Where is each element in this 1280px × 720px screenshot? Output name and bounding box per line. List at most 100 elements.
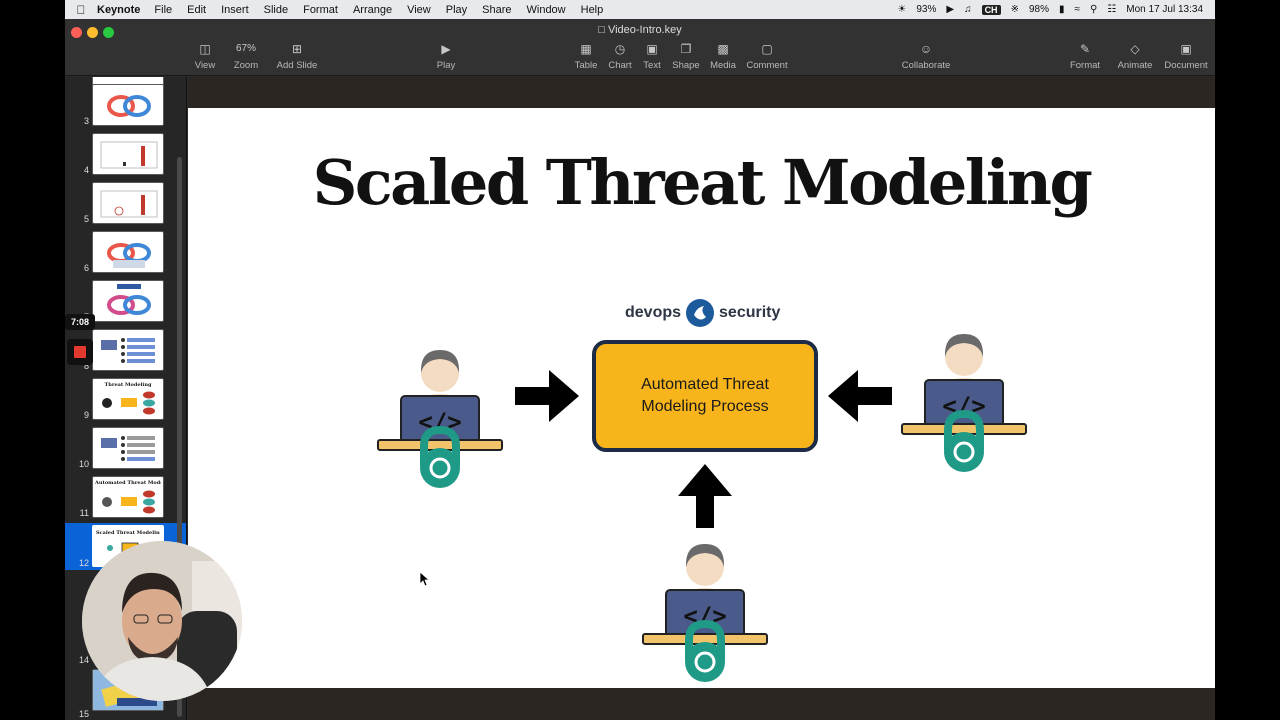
thumbnail-title: Scaled Threat Modeling [96, 530, 160, 536]
collaborate-button[interactable]: ☺ Collaborate [896, 41, 956, 71]
status-area: ☀ 93% ▶ ♫ CH ※ 98% ▮ ≈ ⚲ ☷ Mon 17 Jul 13… [897, 0, 1203, 19]
slide-thumbnail-image: Threat Modeling [92, 378, 164, 420]
menu-window[interactable]: Window [527, 4, 566, 16]
stop-icon [74, 346, 86, 358]
document-label: Document [1164, 60, 1208, 71]
collaborate-label: Collaborate [901, 60, 951, 71]
document-title: □ Video-Intro.key [65, 24, 1215, 36]
screen:  Keynote File Edit Insert Slide Format … [65, 0, 1215, 720]
arrow-left-icon [828, 370, 892, 422]
process-label: Automated Threat Modeling Process [641, 376, 769, 415]
menu-help[interactable]: Help [581, 4, 604, 16]
collaborate-icon: ☺ [919, 42, 933, 56]
bar-chart-thumbnail [100, 141, 158, 169]
battery-percent-2: 98% [1028, 4, 1049, 15]
menu-arrange[interactable]: Arrange [353, 4, 392, 16]
thumbnail-title: Automated Threat Modeling [95, 480, 161, 486]
slide-thumbnail-10[interactable]: 10 [65, 427, 186, 471]
menu-view[interactable]: View [407, 4, 431, 16]
wifi-icon[interactable]: ≈ [1074, 4, 1080, 15]
menu-bar:  Keynote File Edit Insert Slide Format … [65, 0, 1215, 19]
add-slide-icon: ⊞ [291, 42, 303, 56]
apple-menu-icon[interactable]:  [65, 3, 97, 17]
brightness-icon[interactable]: ☀ [897, 4, 906, 15]
slide-thumbnail-3[interactable]: 3 [65, 84, 186, 128]
zoom-label: Zoom [233, 60, 259, 71]
infinity-loop-icon [107, 284, 151, 315]
infinity-loop-icon [107, 243, 151, 268]
slide-canvas[interactable]: Scaled Threat Modeling devops security A… [188, 108, 1215, 688]
format-label: Format [1069, 60, 1101, 71]
menu-play[interactable]: Play [446, 4, 467, 16]
search-icon[interactable]: ⚲ [1090, 4, 1097, 15]
play-button[interactable]: ▶ Play [416, 41, 476, 71]
slide-number: 11 [79, 508, 89, 518]
input-source-badge[interactable]: CH [981, 4, 1001, 15]
slide-thumbnail-image [92, 182, 164, 224]
battery-icon[interactable]: ▮ [1059, 4, 1065, 15]
slide-thumbnail-image [92, 84, 164, 126]
menu-edit[interactable]: Edit [187, 4, 206, 16]
document-panel-icon: ▣ [1180, 42, 1192, 56]
slide-number: 12 [78, 558, 89, 568]
slide-thumbnail-image [92, 231, 164, 273]
add-slide-button[interactable]: ⊞ Add Slide [267, 41, 327, 71]
document-button[interactable]: ▣ Document [1156, 41, 1215, 71]
canvas-background-bottom [188, 688, 1215, 720]
slide-number: 5 [83, 214, 89, 224]
slide-thumbnail-11[interactable]: 11 Automated Threat Modeling [65, 476, 186, 520]
clock-text[interactable]: Mon 17 Jul 13:34 [1126, 4, 1203, 15]
menu-file[interactable]: File [154, 4, 172, 16]
bar-chart-thumbnail [100, 190, 158, 218]
menu-format[interactable]: Format [303, 4, 338, 16]
menu-app-name[interactable]: Keynote [97, 4, 140, 16]
control-center-icon[interactable]: ☷ [1107, 4, 1116, 15]
slide-thumbnail-5[interactable]: 5 [65, 182, 186, 226]
list-thumbnail [101, 436, 155, 461]
slide-number: 4 [83, 165, 89, 175]
play-label: Play [436, 60, 456, 71]
slide-thumbnail-image [92, 133, 164, 175]
developer-right-icon: </> [901, 334, 1027, 472]
battery-percent-1: 93% [916, 4, 937, 15]
stop-recording-button[interactable] [67, 339, 93, 365]
slide-number: 10 [78, 459, 89, 469]
slide-thumbnail-6[interactable]: 6 [65, 231, 186, 275]
slide-thumbnail-image [92, 427, 164, 469]
slide-thumbnail-4[interactable]: 4 [65, 133, 186, 177]
menu-slide[interactable]: Slide [264, 4, 288, 16]
devops-logo-mark-icon [686, 299, 715, 327]
document-icon: □ [598, 24, 605, 36]
slide-number: 15 [78, 709, 89, 719]
comment-label: Comment [746, 60, 788, 71]
slide-thumbnail-9[interactable]: 9 Threat Modeling [65, 378, 186, 422]
menu-share[interactable]: Share [482, 4, 511, 16]
infinity-loop-icon [107, 95, 151, 117]
webcam-overlay [82, 541, 242, 701]
slide-thumbnail-image [92, 280, 164, 322]
add-slide-label: Add Slide [276, 60, 318, 71]
arrow-up-icon [678, 464, 732, 528]
comment-button[interactable]: ▢ Comment [737, 41, 797, 71]
slide-number: 3 [83, 116, 89, 126]
mouse-cursor-icon [420, 572, 430, 586]
slide-thumbnail-image: Automated Threat Modeling [92, 476, 164, 518]
devops-security-logo: devops security [625, 296, 787, 330]
canvas-background-top [188, 77, 1215, 108]
presenter-video-image [82, 541, 242, 701]
slide-title[interactable]: Scaled Threat Modeling [188, 146, 1215, 219]
bluetooth-icon[interactable]: ※ [1011, 4, 1019, 15]
airpods-icon[interactable]: ♫ [964, 4, 972, 15]
slide-thumbnail-image [92, 329, 164, 371]
slide-number: 9 [83, 410, 89, 420]
document-title-text: Video-Intro.key [607, 24, 682, 36]
play-status-icon[interactable]: ▶ [946, 4, 954, 15]
list-thumbnail [101, 338, 155, 363]
developer-left-icon: </> [377, 350, 503, 488]
media-label: Media [710, 60, 736, 71]
menu-insert[interactable]: Insert [221, 4, 249, 16]
animate-label: Animate [1117, 60, 1153, 71]
slide-number: 14 [78, 655, 89, 665]
process-box[interactable]: Automated Threat Modeling Process [592, 340, 818, 452]
logo-text-security: security [719, 304, 781, 321]
